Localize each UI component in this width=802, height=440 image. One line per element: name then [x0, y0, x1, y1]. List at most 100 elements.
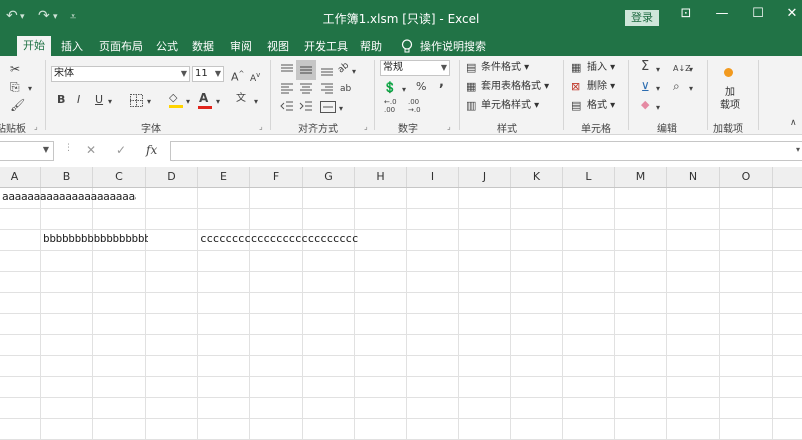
grow-font-button[interactable]: A^ [231, 67, 244, 85]
cut-icon[interactable]: ✂ [10, 62, 20, 76]
cell-e3[interactable]: ccccccccccccccccccccccccccc [200, 229, 358, 249]
customize-quick-access-icon[interactable]: ⩡ [70, 10, 76, 24]
font-name-select[interactable]: 宋体 ▼ [51, 66, 190, 82]
merge-dropdown-icon[interactable]: ▾ [339, 102, 343, 116]
tab-formulas[interactable]: 公式 [156, 37, 178, 56]
increase-indent-icon[interactable] [299, 101, 313, 113]
borders-icon[interactable] [130, 94, 143, 107]
wrap-text-icon[interactable]: ab [340, 82, 351, 96]
copy-dropdown-icon[interactable]: ▾ [28, 82, 32, 96]
delete-cells-button[interactable]: 删除 ▾ [587, 80, 615, 94]
align-center-icon[interactable] [299, 83, 313, 95]
login-button[interactable]: 登录 [625, 10, 659, 26]
minimize-icon[interactable]: — [710, 6, 734, 21]
decrease-decimal-button[interactable]: .00 →.0 [408, 98, 421, 114]
tab-help[interactable]: 帮助 [360, 37, 382, 56]
format-as-table-button[interactable]: 套用表格格式 ▾ [481, 80, 549, 94]
formula-input[interactable] [170, 141, 802, 161]
collapse-ribbon-icon[interactable]: ∧ [790, 116, 797, 130]
expand-formula-bar-icon[interactable]: ▾ [796, 145, 800, 154]
column-header-i[interactable]: I [407, 167, 459, 187]
align-middle-button[interactable] [296, 60, 316, 80]
column-header-c[interactable]: C [93, 167, 146, 187]
font-color-button[interactable]: A [198, 91, 212, 109]
italic-button[interactable]: I [77, 93, 80, 107]
column-header-n[interactable]: N [667, 167, 720, 187]
fill-down-icon[interactable]: ⊻ [641, 80, 650, 94]
drag-handle-icon[interactable]: ⋮ [64, 143, 73, 153]
borders-dropdown-icon[interactable]: ▾ [147, 95, 151, 109]
tab-page-layout[interactable]: 页面布局 [99, 37, 143, 56]
column-header-g[interactable]: G [303, 167, 355, 187]
bold-button[interactable]: B [57, 93, 65, 107]
currency-icon[interactable]: 💲 [383, 81, 397, 95]
addins-icon[interactable] [724, 68, 733, 77]
undo-icon[interactable]: ↶ [6, 8, 18, 24]
worksheet-grid[interactable]: ABCDEFGHIJKLMNO aaaaaaaaaaaaaaaaaaaaaaaa… [0, 167, 802, 440]
redo-dropdown-icon[interactable]: ▾ [53, 12, 58, 22]
clear-icon[interactable]: ◆ [641, 98, 649, 112]
align-top-icon[interactable] [280, 64, 294, 76]
cell-a1[interactable]: aaaaaaaaaaaaaaaaaaaaaaaaaaaaa [2, 187, 136, 207]
tab-data[interactable]: 数据 [192, 37, 214, 56]
number-launcher-icon[interactable]: ⌟ [447, 122, 451, 131]
fill-color-button[interactable]: ◇ [169, 91, 183, 108]
decrease-indent-icon[interactable] [280, 101, 294, 113]
undo-dropdown-icon[interactable]: ▾ [20, 12, 25, 22]
format-cells-button[interactable]: 格式 ▾ [587, 99, 615, 113]
font-size-select[interactable]: 11 ▼ [192, 66, 224, 82]
align-left-icon[interactable] [280, 83, 294, 95]
autosum-dropdown-icon[interactable]: ▾ [656, 63, 660, 77]
name-box[interactable]: ▼ [0, 141, 54, 161]
currency-dropdown-icon[interactable]: ▾ [402, 83, 406, 97]
font-color-dropdown-icon[interactable]: ▾ [216, 95, 220, 109]
autosum-button[interactable]: Σ [641, 60, 649, 74]
enter-formula-button[interactable]: ✓ [116, 143, 126, 157]
column-header-e[interactable]: E [198, 167, 250, 187]
phonetic-guide-button[interactable]: 文 [236, 92, 246, 106]
format-painter-icon[interactable]: 🖌 [10, 98, 25, 112]
column-header-o[interactable]: O [720, 167, 773, 187]
redo-icon[interactable]: ↷ [38, 8, 50, 24]
restore-icon[interactable]: ☐ [746, 6, 770, 21]
insert-cells-button[interactable]: 插入 ▾ [587, 61, 615, 75]
increase-decimal-button[interactable]: ←.0 .00 [384, 98, 397, 114]
tab-home[interactable]: 开始 [17, 36, 51, 56]
cell-b3[interactable]: bbbbbbbbbbbbbbbbbbbbbb [43, 229, 148, 249]
sort-filter-button[interactable]: A↓Z [673, 62, 691, 76]
conditional-format-button[interactable]: 条件格式 ▾ [481, 61, 529, 75]
clear-dropdown-icon[interactable]: ▾ [656, 101, 660, 115]
find-dropdown-icon[interactable]: ▾ [689, 82, 693, 96]
alignment-launcher-icon[interactable]: ⌟ [364, 122, 368, 131]
align-bottom-icon[interactable] [320, 64, 334, 76]
tell-me-search[interactable]: 操作说明搜索 [420, 37, 486, 56]
cell-styles-button[interactable]: 单元格样式 ▾ [481, 99, 539, 113]
align-right-icon[interactable] [320, 83, 334, 95]
orientation-icon[interactable]: ab [335, 59, 353, 77]
column-header-l[interactable]: L [563, 167, 615, 187]
tab-view[interactable]: 视图 [267, 37, 289, 56]
column-header-d[interactable]: D [146, 167, 198, 187]
cell-area[interactable]: aaaaaaaaaaaaaaaaaaaaaaaaaaaaa bbbbbbbbbbb… [0, 188, 802, 440]
font-launcher-icon[interactable]: ⌟ [259, 122, 263, 131]
column-header-j[interactable]: J [459, 167, 511, 187]
column-header-f[interactable]: F [250, 167, 303, 187]
copy-icon[interactable]: ⎘ [10, 80, 20, 94]
fill-color-dropdown-icon[interactable]: ▾ [186, 95, 190, 109]
percent-button[interactable]: % [416, 80, 426, 94]
underline-dropdown-icon[interactable]: ▾ [108, 95, 112, 109]
phonetic-dropdown-icon[interactable]: ▾ [254, 95, 258, 109]
column-header-a[interactable]: A [0, 167, 41, 187]
find-select-icon[interactable]: ⌕ [673, 79, 680, 93]
column-header-m[interactable]: M [615, 167, 667, 187]
merge-center-icon[interactable] [320, 101, 336, 113]
tab-developer[interactable]: 开发工具 [304, 37, 348, 56]
shrink-font-button[interactable]: Av [250, 68, 260, 86]
close-icon[interactable]: ✕ [780, 6, 802, 21]
addins-button[interactable]: 加 载项 [718, 86, 742, 112]
clipboard-launcher-icon[interactable]: ⌟ [34, 122, 38, 131]
insert-function-button[interactable]: fx [146, 143, 157, 157]
number-format-select[interactable]: 常规 ▼ [380, 60, 450, 76]
column-header-b[interactable]: B [41, 167, 93, 187]
tab-review[interactable]: 审阅 [230, 37, 252, 56]
